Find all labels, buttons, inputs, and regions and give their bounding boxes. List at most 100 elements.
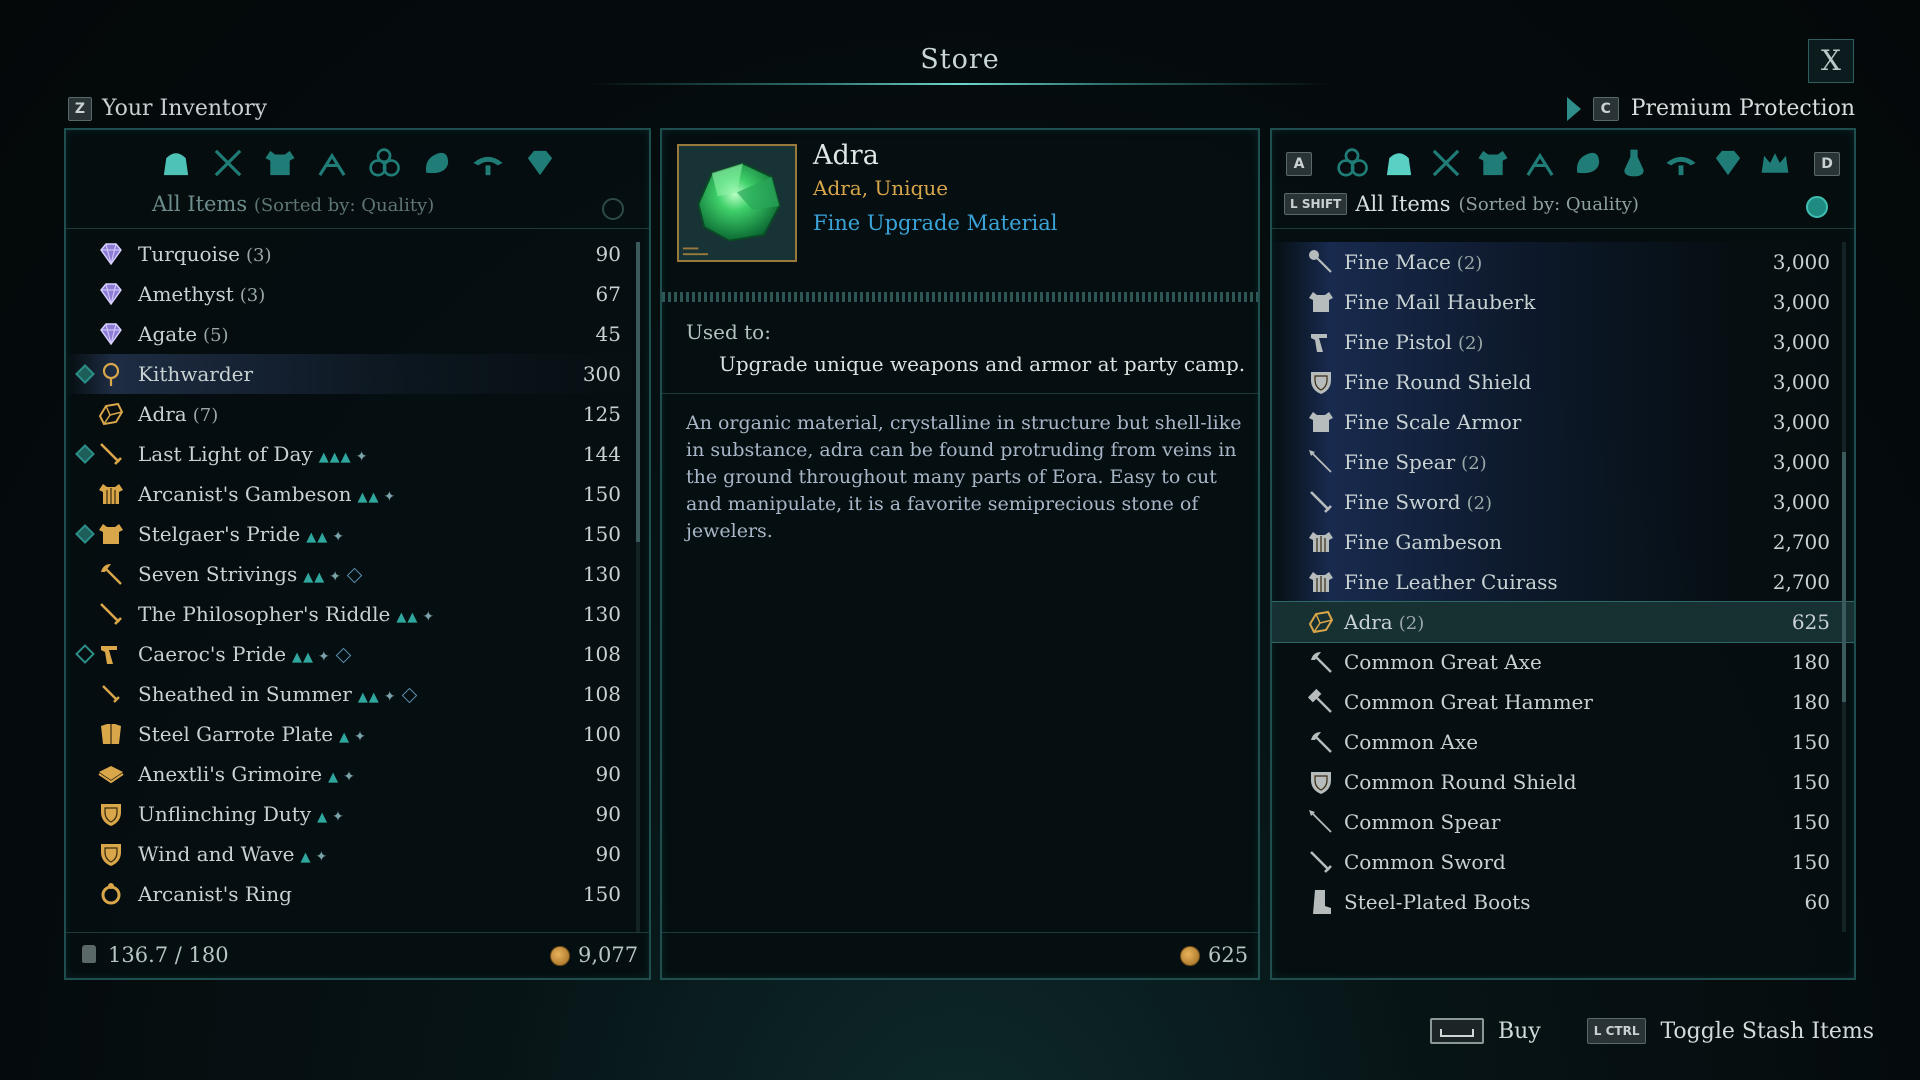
list-item[interactable]: Amethyst (3) 67 bbox=[66, 274, 649, 314]
list-item[interactable]: Fine Mail Hauberk 3,000 bbox=[1272, 282, 1854, 322]
toggle-stash-button[interactable]: Toggle Stash Items bbox=[1660, 1019, 1874, 1044]
store-scroll-thumb[interactable] bbox=[1842, 452, 1846, 702]
item-count: (3) bbox=[239, 285, 266, 306]
list-item[interactable]: Fine Mace (2) 3,000 bbox=[1272, 242, 1854, 282]
list-item[interactable]: Common Spear 150 bbox=[1272, 802, 1854, 842]
quality-pips: ▲▲ bbox=[303, 570, 326, 585]
item-name: Steel Garrote Plate ▲ ✦ bbox=[138, 722, 366, 746]
item-name-text: Stelgaer's Pride bbox=[138, 522, 301, 546]
potions-icon[interactable] bbox=[1615, 144, 1653, 182]
list-item[interactable]: Steel Garrote Plate ▲ ✦ 100 bbox=[66, 714, 649, 754]
list-item[interactable]: Fine Round Shield 3,000 bbox=[1272, 362, 1854, 402]
list-item[interactable]: Adra (2) 625 bbox=[1272, 601, 1854, 643]
item-value: 150 bbox=[582, 522, 621, 546]
list-item[interactable]: Stelgaer's Pride ▲▲ ✦ 150 bbox=[66, 514, 649, 554]
inventory-sort[interactable]: All Items (Sorted by: Quality) bbox=[152, 192, 434, 216]
crown-icon[interactable] bbox=[1756, 144, 1794, 182]
tab-next-key[interactable]: D bbox=[1814, 152, 1840, 176]
item-name: Sheathed in Summer ▲▲ ✦ bbox=[138, 682, 417, 706]
accessories-icon[interactable] bbox=[313, 144, 351, 182]
item-name: Fine Scale Armor bbox=[1344, 410, 1521, 434]
buy-button[interactable]: Buy bbox=[1498, 1019, 1541, 1044]
list-item[interactable]: Fine Gambeson 2,700 bbox=[1272, 522, 1854, 562]
list-item[interactable]: Caeroc's Pride ▲▲ ✦ 108 bbox=[66, 634, 649, 674]
list-item[interactable]: Fine Leather Cuirass 2,700 bbox=[1272, 562, 1854, 602]
filter-icon[interactable] bbox=[602, 198, 624, 220]
list-item[interactable]: Fine Sword (2) 3,000 bbox=[1272, 482, 1854, 522]
ingredients-icon[interactable] bbox=[1568, 144, 1606, 182]
item-value: 625 bbox=[1791, 610, 1830, 634]
list-item[interactable]: Common Great Axe 180 bbox=[1272, 642, 1854, 682]
list-item[interactable]: Fine Scale Armor 3,000 bbox=[1272, 402, 1854, 442]
list-item[interactable]: Common Sword 150 bbox=[1272, 842, 1854, 882]
list-item[interactable]: Last Light of Day ▲▲▲ ✦ 144 bbox=[66, 434, 649, 474]
enchant-icon: ✦ bbox=[355, 449, 368, 465]
list-item[interactable]: Common Great Hammer 180 bbox=[1272, 682, 1854, 722]
title-divider bbox=[590, 83, 1330, 85]
list-item[interactable]: Kithwarder 300 bbox=[66, 354, 649, 394]
accessories-icon[interactable] bbox=[1521, 144, 1559, 182]
ingredients-icon[interactable] bbox=[417, 144, 455, 182]
item-name: Amethyst (3) bbox=[138, 282, 265, 306]
store-scrollbar[interactable] bbox=[1842, 242, 1846, 932]
premium-protection-toggle[interactable]: C Premium Protection bbox=[1566, 96, 1855, 121]
list-item[interactable]: Wind and Wave ▲ ✦ 90 bbox=[66, 834, 649, 874]
filter-icon[interactable] bbox=[1806, 196, 1828, 218]
gems-icon[interactable] bbox=[1709, 144, 1747, 182]
armor-icon bbox=[1306, 287, 1336, 317]
item-value: 150 bbox=[582, 882, 621, 906]
list-item[interactable]: Common Axe 150 bbox=[1272, 722, 1854, 762]
consumables-icon[interactable] bbox=[1333, 144, 1371, 182]
item-value: 3,000 bbox=[1772, 370, 1830, 394]
list-item[interactable]: Fine Spear (2) 3,000 bbox=[1272, 442, 1854, 482]
item-value: 125 bbox=[582, 402, 621, 426]
item-name-text: Common Sword bbox=[1344, 850, 1506, 874]
list-item[interactable]: Common Round Shield 150 bbox=[1272, 762, 1854, 802]
misc-icon[interactable] bbox=[1662, 144, 1700, 182]
axe-icon bbox=[1306, 647, 1336, 677]
item-value: 3,000 bbox=[1772, 410, 1830, 434]
all-items-icon[interactable] bbox=[157, 144, 195, 182]
list-item[interactable]: Steel-Plated Boots 60 bbox=[1272, 882, 1854, 922]
list-item[interactable]: Arcanist's Ring 150 bbox=[66, 874, 649, 914]
gambeson-icon bbox=[96, 479, 126, 509]
weapons-icon[interactable] bbox=[1427, 144, 1465, 182]
inventory-scrollbar[interactable] bbox=[636, 242, 640, 932]
favorite-marker-icon bbox=[75, 444, 95, 464]
list-item[interactable]: Sheathed in Summer ▲▲ ✦ 108 bbox=[66, 674, 649, 714]
item-count: (2) bbox=[1456, 253, 1483, 274]
item-name: Common Great Hammer bbox=[1344, 690, 1593, 714]
armor-icon[interactable] bbox=[261, 144, 299, 182]
consumables-icon[interactable] bbox=[365, 144, 403, 182]
gems-icon[interactable] bbox=[521, 144, 559, 182]
list-item[interactable]: Agate (5) 45 bbox=[66, 314, 649, 354]
list-item[interactable]: Unflinching Duty ▲ ✦ 90 bbox=[66, 794, 649, 834]
list-item[interactable]: Anextli's Grimoire ▲ ✦ 90 bbox=[66, 754, 649, 794]
misc-icon[interactable] bbox=[469, 144, 507, 182]
store-sort[interactable]: L SHIFT All Items (Sorted by: Quality) bbox=[1284, 192, 1639, 216]
list-item[interactable]: Adra (7) 125 bbox=[66, 394, 649, 434]
list-item[interactable]: Fine Pistol (2) 3,000 bbox=[1272, 322, 1854, 362]
item-name: Agate (5) bbox=[138, 322, 229, 346]
list-item[interactable]: Seven Strivings ▲▲ ✦ 130 bbox=[66, 554, 649, 594]
quality-pips: ▲ bbox=[300, 850, 312, 865]
item-name-text: Anextli's Grimoire bbox=[138, 762, 323, 786]
inventory-scroll-thumb[interactable] bbox=[636, 242, 640, 542]
item-name: Common Axe bbox=[1344, 730, 1478, 754]
item-value: 90 bbox=[595, 802, 621, 826]
boots-icon bbox=[1306, 887, 1336, 917]
list-item[interactable]: Turquoise (3) 90 bbox=[66, 234, 649, 274]
item-value: 108 bbox=[582, 682, 621, 706]
list-item[interactable]: Arcanist's Gambeson ▲▲ ✦ 150 bbox=[66, 474, 649, 514]
close-button[interactable]: X bbox=[1808, 39, 1854, 83]
list-item[interactable]: Studded Gauntlets 60 bbox=[1272, 922, 1854, 932]
tab-prev-key[interactable]: A bbox=[1286, 152, 1312, 176]
item-subtitle: Adra, Unique bbox=[813, 176, 949, 200]
all-items-icon[interactable] bbox=[1380, 144, 1418, 182]
armor-icon[interactable] bbox=[1474, 144, 1512, 182]
list-item[interactable]: The Philosopher's Riddle ▲▲ ✦ 130 bbox=[66, 594, 649, 634]
weapons-icon[interactable] bbox=[209, 144, 247, 182]
favorite-marker-icon bbox=[75, 644, 95, 664]
item-value: 180 bbox=[1791, 650, 1830, 674]
item-name: Common Sword bbox=[1344, 850, 1506, 874]
